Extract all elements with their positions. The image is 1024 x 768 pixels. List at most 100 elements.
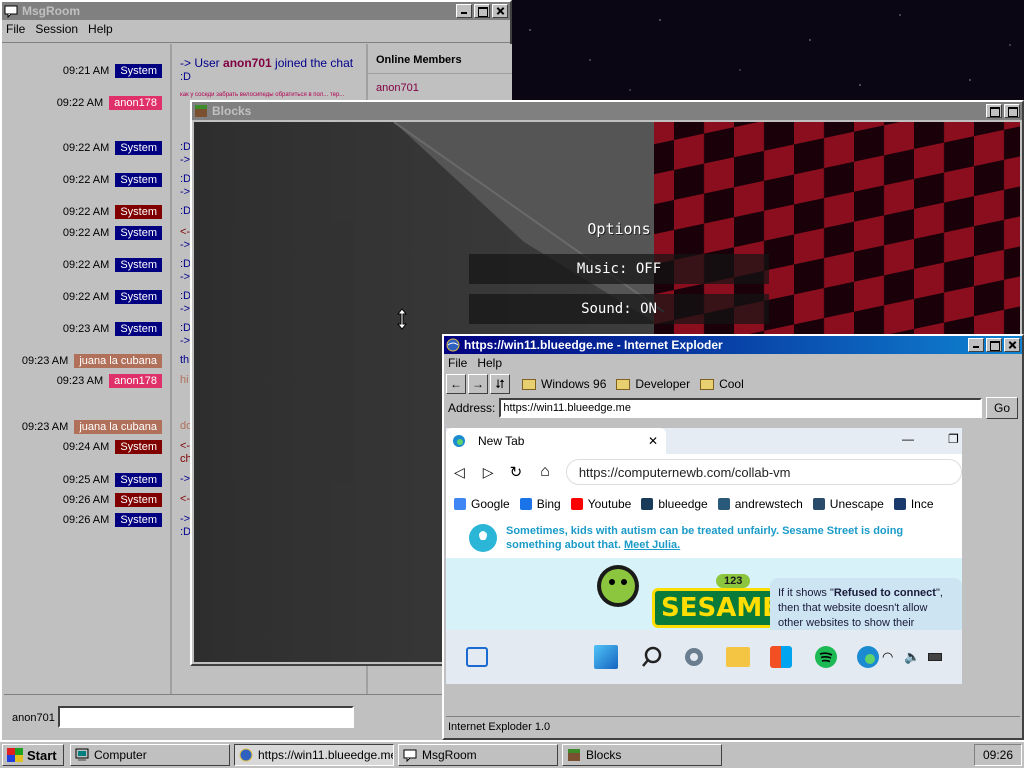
close-tab-icon[interactable]: ✕ <box>648 434 658 448</box>
bookmark-item[interactable]: andrewstech <box>717 497 803 511</box>
user-badge[interactable]: System <box>115 493 162 507</box>
taskbar-item-ie[interactable]: https://win11.blueedge.me... <box>234 744 394 766</box>
wifi-icon[interactable]: ◠ <box>882 649 893 665</box>
taskbar-item-msgroom[interactable]: MsgRoom <box>398 744 558 766</box>
user-badge[interactable]: System <box>115 290 162 304</box>
join-message: -> User anon701 joined the chat <box>180 56 354 70</box>
menu-help[interactable]: Help <box>88 22 113 36</box>
settings-gear-icon[interactable] <box>682 645 706 669</box>
edge-tab[interactable]: New Tab ✕ <box>446 428 666 454</box>
back-button[interactable]: ← <box>446 374 466 394</box>
bookmark-item[interactable]: Youtube <box>570 497 631 511</box>
taskbar-item-blocks[interactable]: Blocks <box>562 744 722 766</box>
menu-file[interactable]: File <box>6 22 25 36</box>
user-badge[interactable]: System <box>115 258 162 272</box>
minimize-button[interactable] <box>968 338 984 352</box>
favorite-cool[interactable]: Cool <box>700 377 744 391</box>
chat-message-meta: 09:22 AM System <box>63 205 162 219</box>
banner-text: Sometimes, kids with autism can be treat… <box>506 525 904 551</box>
bookmark-favicon-icon <box>641 498 654 510</box>
bookmark-label: Bing <box>536 497 561 511</box>
address-input[interactable] <box>499 398 982 418</box>
menu-help[interactable]: Help <box>477 356 502 370</box>
bookmark-item[interactable]: Google <box>454 497 510 511</box>
user-badge[interactable]: System <box>115 513 162 527</box>
window-title: Blocks <box>212 104 252 118</box>
menu-session[interactable]: Session <box>35 22 78 36</box>
user-badge[interactable]: juana la cubana <box>74 354 162 368</box>
menu-file[interactable]: File <box>448 356 467 370</box>
maximize-button[interactable] <box>986 104 1002 118</box>
user-badge[interactable]: System <box>115 173 162 187</box>
user-badge[interactable]: System <box>115 64 162 78</box>
go-button[interactable]: Go <box>986 397 1018 419</box>
user-badge[interactable]: System <box>115 205 162 219</box>
close-button[interactable] <box>1004 338 1020 352</box>
msgroom-titlebar[interactable]: MsgRoom <box>2 2 510 20</box>
taskbar-item-computer[interactable]: Computer <box>70 744 230 766</box>
message-timestamp: 09:25 AM <box>62 474 110 486</box>
browser-viewport[interactable]: New Tab ✕ — ❐ ◁ ▷ ↻ ⌂ https://computerne… <box>446 428 962 684</box>
blocks-titlebar[interactable]: Blocks <box>192 102 1022 120</box>
ie-globe-icon <box>239 748 253 762</box>
volume-icon[interactable]: 🔈 <box>904 649 920 665</box>
minimize-button[interactable] <box>456 4 472 18</box>
back-icon[interactable]: ◁ <box>454 464 465 481</box>
restore-icon[interactable]: ❐ <box>948 432 959 446</box>
widgets-icon[interactable] <box>466 647 488 667</box>
message-text: <- <box>180 226 191 238</box>
favorite-windows96[interactable]: Windows 96 <box>522 377 606 391</box>
user-badge[interactable]: System <box>115 322 162 336</box>
battery-icon[interactable] <box>928 653 942 661</box>
taskbar: Start Computer https://win11.blueedge.me… <box>0 740 1024 768</box>
refresh-button[interactable]: ⮃ <box>490 374 510 394</box>
edge-url-field[interactable]: https://computernewb.com/collab-vm <box>565 459 962 485</box>
file-explorer-icon[interactable] <box>726 647 750 667</box>
bookmark-item[interactable]: blueedge <box>641 497 708 511</box>
user-badge[interactable]: anon178 <box>109 96 162 110</box>
search-icon[interactable] <box>640 645 664 669</box>
message-timestamp: 09:23 AM <box>21 421 69 433</box>
meet-julia-link[interactable]: Meet Julia. <box>624 539 680 551</box>
restore-button[interactable] <box>1004 104 1020 118</box>
member-item[interactable]: anon701 <box>368 74 512 102</box>
forward-button[interactable]: → <box>468 374 488 394</box>
message-timestamp: 09:23 AM <box>62 323 110 335</box>
user-badge[interactable]: System <box>115 440 162 454</box>
bookmark-item[interactable]: Ince <box>893 497 934 511</box>
chat-input[interactable] <box>58 706 354 728</box>
edge-navbar: ◁ ▷ ↻ ⌂ https://computernewb.com/collab-… <box>446 454 962 490</box>
user-badge[interactable]: System <box>115 226 162 240</box>
user-badge[interactable]: System <box>115 141 162 155</box>
windows-start-icon[interactable] <box>594 645 618 669</box>
close-button[interactable] <box>492 4 508 18</box>
forward-icon[interactable]: ▷ <box>483 464 494 481</box>
store-icon[interactable] <box>770 646 792 668</box>
bookmark-favicon-icon <box>717 498 730 510</box>
user-badge[interactable]: System <box>115 473 162 487</box>
maximize-button[interactable] <box>986 338 1002 352</box>
chat-icon <box>403 749 417 762</box>
bookmark-favicon-icon <box>893 498 906 510</box>
address-label: Address: <box>448 401 496 415</box>
message-text: <- <box>180 493 191 505</box>
user-badge[interactable]: anon178 <box>109 374 162 388</box>
user-badge[interactable]: juana la cubana <box>74 420 162 434</box>
refresh-icon[interactable]: ↻ <box>510 463 523 481</box>
favorite-developer[interactable]: Developer <box>616 377 690 391</box>
message-timestamp: 09:22 AM <box>62 174 110 186</box>
start-button[interactable]: Start <box>2 744 64 766</box>
ie-titlebar[interactable]: https://win11.blueedge.me - Internet Exp… <box>444 336 1022 354</box>
message-text: -> <box>180 271 191 283</box>
minimize-icon[interactable]: — <box>902 432 914 446</box>
sound-toggle-button[interactable]: Sound: ON <box>469 294 769 324</box>
ie-menubar: File Help <box>444 354 1022 372</box>
bookmark-label: Google <box>471 497 510 511</box>
maximize-button[interactable] <box>474 4 490 18</box>
spotify-icon[interactable] <box>814 645 838 669</box>
edge-taskbar-icon[interactable] <box>856 645 880 669</box>
bookmark-item[interactable]: Unescape <box>812 497 884 511</box>
home-icon[interactable]: ⌂ <box>540 463 550 481</box>
bookmark-item[interactable]: Bing <box>519 497 561 511</box>
music-toggle-button[interactable]: Music: OFF <box>469 254 769 284</box>
